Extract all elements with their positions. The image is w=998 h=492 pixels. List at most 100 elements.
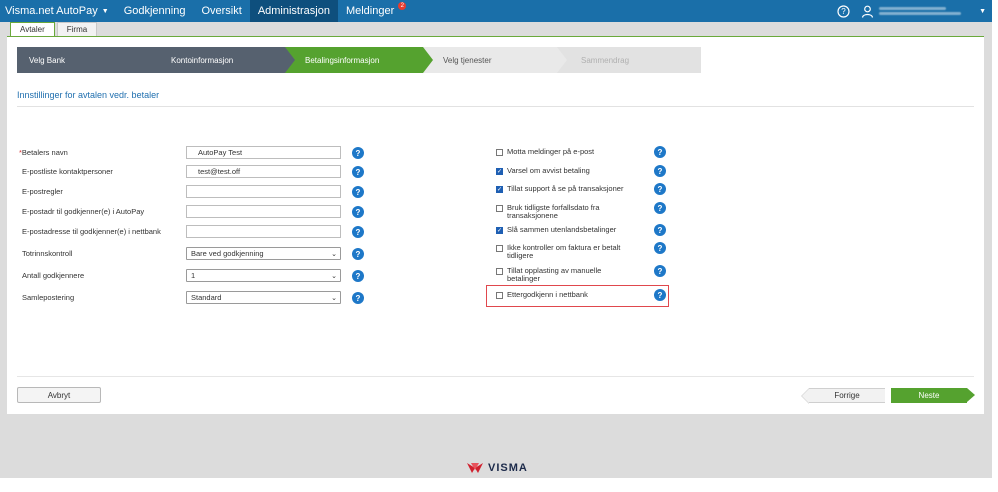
option-ikke-kontroller[interactable]: Ikke kontroller om faktura er betalt tid… <box>496 244 632 260</box>
notification-badge: 2 <box>398 2 407 10</box>
visma-logo-mark-icon <box>467 463 483 473</box>
wizard-step-label: Velg Bank <box>29 55 66 65</box>
highlight-annotation <box>486 285 669 307</box>
nav-item-meldinger[interactable]: Meldinger 2 <box>338 0 407 22</box>
help-button[interactable]: ? <box>835 3 851 19</box>
wizard-step-label: Velg tjenester <box>443 55 492 65</box>
form-row-samlepostering: Samlepostering Standard ⌄ <box>19 291 341 304</box>
checkbox[interactable] <box>496 268 503 275</box>
page-tabs: Avtaler Firma <box>10 22 99 36</box>
help-icon[interactable]: ? <box>654 224 666 236</box>
tab-label: Avtaler <box>20 25 45 34</box>
option-label: Tillat opplasting av manuelle betalinger <box>507 266 602 283</box>
tab-avtaler[interactable]: Avtaler <box>10 22 55 36</box>
form-row-epostliste: E-postliste kontaktpersoner test@test.of… <box>19 165 341 178</box>
option-motta-meldinger[interactable]: Motta meldinger på e-post <box>496 148 637 156</box>
nav-item-label: Godkjenning <box>123 5 186 17</box>
chevron-down-icon: ⌄ <box>331 294 337 302</box>
form-row-epostregler: E-postregler <box>19 185 341 198</box>
option-label: Tillat support å se på transaksjoner <box>507 184 624 193</box>
epostregler-input[interactable] <box>186 185 341 198</box>
page-edge <box>992 0 998 492</box>
option-label: Varsel om avvist betaling <box>507 166 590 175</box>
wizard-step-velg-tjenester[interactable]: Velg tjenester <box>423 47 567 73</box>
epostadr-autopay-input[interactable] <box>186 205 341 218</box>
section-title: Innstillinger for avtalen vedr. betaler <box>17 90 160 100</box>
form-row-betalers-navn: *Betalers navn AutoPay Test <box>19 146 341 159</box>
wizard-step-velg-bank[interactable]: Velg Bank <box>17 47 161 73</box>
help-circle-icon: ? <box>836 4 850 18</box>
form-row-epostadr-autopay: E-postadr til godkjenner(e) i AutoPay <box>19 205 341 218</box>
help-icon[interactable]: ? <box>654 265 666 277</box>
help-icon[interactable]: ? <box>654 146 666 158</box>
checkbox-checked[interactable]: ✓ <box>496 227 503 234</box>
nav-item-label: Meldinger <box>345 5 395 17</box>
form-row-antall-godkjennere: Antall godkjennere 1 ⌄ <box>19 269 341 282</box>
antall-godkjennere-select[interactable]: 1 ⌄ <box>186 269 341 282</box>
option-varsel-avvist[interactable]: ✓ Varsel om avvist betaling <box>496 167 637 175</box>
help-icon[interactable]: ? <box>352 270 364 282</box>
help-icon[interactable]: ? <box>352 206 364 218</box>
checkbox-checked[interactable]: ✓ <box>496 186 503 193</box>
tab-label: Firma <box>66 25 88 34</box>
logo-text: VISMA <box>488 462 528 474</box>
option-sla-sammen[interactable]: ✓ Slå sammen utenlandsbetalinger <box>496 226 637 234</box>
nav-item-oversikt[interactable]: Oversikt <box>193 0 249 22</box>
field-label: Antall godkjennere <box>22 271 85 280</box>
help-icon[interactable]: ? <box>352 292 364 304</box>
app-brand-label: Visma.net AutoPay <box>5 5 98 17</box>
cancel-button[interactable]: Avbryt <box>17 387 101 403</box>
help-icon[interactable]: ? <box>654 165 666 177</box>
option-tillat-opplasting[interactable]: Tillat opplasting av manuelle betalinger <box>496 267 617 283</box>
help-icon[interactable]: ? <box>352 186 364 198</box>
checkbox[interactable] <box>496 149 503 156</box>
samlepostering-select[interactable]: Standard ⌄ <box>186 291 341 304</box>
option-label: Ikke kontroller om faktura er betalt tid… <box>507 243 621 260</box>
option-tillat-support[interactable]: ✓ Tillat support å se på transaksjoner <box>496 185 657 193</box>
user-info-redacted[interactable] <box>879 3 975 19</box>
help-icon[interactable]: ? <box>352 248 364 260</box>
checkbox[interactable] <box>496 205 503 212</box>
epostliste-input[interactable]: test@test.off <box>186 165 341 178</box>
betalers-navn-input[interactable]: AutoPay Test <box>186 146 341 159</box>
option-bruk-tidligste[interactable]: Bruk tidligste forfallsdato fra transaks… <box>496 204 619 220</box>
help-icon[interactable]: ? <box>654 242 666 254</box>
option-label: Bruk tidligste forfallsdato fra transaks… <box>507 203 600 220</box>
epostadresse-nettbank-input[interactable] <box>186 225 341 238</box>
top-navigation-bar: Visma.net AutoPay ▼ Godkjenning Oversikt… <box>0 0 992 22</box>
nav-item-godkjenning[interactable]: Godkjenning <box>116 0 194 22</box>
topbar-right: ? ▼ <box>835 0 992 22</box>
totrinnskontroll-select[interactable]: Bare ved godkjenning ⌄ <box>186 247 341 260</box>
checkbox[interactable] <box>496 245 503 252</box>
option-label: Motta meldinger på e-post <box>507 147 595 156</box>
nav-item-administrasjon[interactable]: Administrasjon <box>249 0 338 22</box>
wizard-step-sammendrag: Sammendrag <box>557 47 701 73</box>
app-brand-menu[interactable]: Visma.net AutoPay ▼ <box>0 0 116 22</box>
wizard-step-kontoinformasjon[interactable]: Kontoinformasjon <box>151 47 295 73</box>
chevron-down-icon: ⌄ <box>331 272 337 280</box>
field-label: E-postregler <box>22 187 63 196</box>
user-menu-button[interactable] <box>859 3 875 19</box>
svg-text:?: ? <box>841 7 846 16</box>
form-row-totrinnskontroll: Totrinnskontroll Bare ved godkjenning ⌄ <box>19 247 341 260</box>
help-icon[interactable]: ? <box>654 183 666 195</box>
chevron-down-icon[interactable]: ▼ <box>979 8 986 15</box>
button-label: Forrige <box>834 391 860 400</box>
help-icon[interactable]: ? <box>654 202 666 214</box>
chevron-down-icon: ▼ <box>101 7 109 15</box>
next-button[interactable]: Neste <box>891 388 975 403</box>
divider <box>17 376 974 377</box>
nav-item-label: Oversikt <box>201 5 242 17</box>
field-label: Samlepostering <box>22 293 75 302</box>
button-label: Neste <box>918 391 940 400</box>
help-icon[interactable]: ? <box>352 226 364 238</box>
previous-button[interactable]: Forrige <box>801 388 885 404</box>
help-icon[interactable]: ? <box>352 147 364 159</box>
tab-firma[interactable]: Firma <box>56 22 98 36</box>
wizard-step-label: Sammendrag <box>581 55 630 65</box>
checkbox-checked[interactable]: ✓ <box>496 168 503 175</box>
wizard-steps: Velg Bank Kontoinformasjon Betalingsinfo… <box>17 47 701 73</box>
help-icon[interactable]: ? <box>352 166 364 178</box>
wizard-step-label: Betalingsinformasjon <box>305 55 380 65</box>
wizard-step-betalingsinformasjon[interactable]: Betalingsinformasjon <box>285 47 433 73</box>
